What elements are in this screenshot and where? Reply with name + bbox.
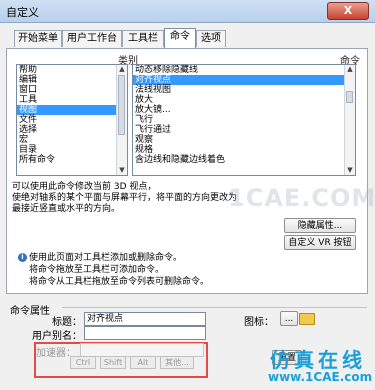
- command-item[interactable]: 含边线和隐藏边线着色: [133, 155, 355, 165]
- other-modifier-button[interactable]: 其他...: [160, 356, 194, 369]
- command-item[interactable]: 对齐视点: [133, 75, 355, 85]
- folder-icon[interactable]: [299, 313, 315, 325]
- command-item[interactable]: 规格: [133, 145, 355, 155]
- category-item[interactable]: 编辑: [17, 75, 127, 85]
- close-button[interactable]: X: [327, 2, 369, 20]
- shift-toggle[interactable]: Shift: [100, 356, 126, 369]
- title-label: 标题：: [52, 317, 82, 328]
- tab-toolbars[interactable]: 工具栏: [122, 30, 164, 47]
- commands-scrollbar[interactable]: ▲ ▼: [344, 65, 355, 175]
- title-field[interactable]: 对齐视点: [84, 312, 206, 326]
- alias-field[interactable]: [84, 326, 206, 340]
- section-divider: [62, 307, 367, 308]
- info-text: i 使用此页面对工具栏添加或删除命令。 将命令拖放至工具栏可添加命令。 将命令从工…: [18, 252, 358, 288]
- command-item[interactable]: 飞行通过: [133, 125, 355, 135]
- ctrl-toggle[interactable]: Ctrl: [70, 356, 96, 369]
- category-item[interactable]: 选择: [17, 125, 127, 135]
- command-item[interactable]: 动态移除隐藏线: [133, 65, 355, 75]
- scroll-up-icon[interactable]: ▲: [345, 65, 355, 74]
- tab-options[interactable]: 选项: [196, 30, 226, 47]
- brand-logo-text: 仿真在线: [270, 348, 366, 372]
- scroll-up-icon[interactable]: ▲: [117, 65, 127, 74]
- scroll-down-icon[interactable]: ▼: [345, 166, 355, 175]
- alias-label: 用户别名：: [32, 331, 82, 342]
- scroll-thumb[interactable]: [118, 75, 125, 135]
- icon-label: 图标：: [244, 317, 274, 328]
- command-item[interactable]: 法线视图: [133, 85, 355, 95]
- category-item[interactable]: 视图: [17, 105, 127, 115]
- category-item[interactable]: 窗口: [17, 85, 127, 95]
- command-item[interactable]: 飞行: [133, 115, 355, 125]
- tab-start-menu[interactable]: 开始菜单: [14, 30, 62, 47]
- commands-list[interactable]: 动态移除隐藏线 对齐视点 法线视图 放大 放大镜... 飞行 飞行通过 观察 规格 含边线和隐藏边…: [132, 64, 356, 176]
- scroll-down-icon[interactable]: ▼: [117, 166, 127, 175]
- brand-url: www.1CAE.com: [268, 370, 373, 384]
- category-item[interactable]: 文件: [17, 115, 127, 125]
- category-item[interactable]: 工具: [17, 95, 127, 105]
- alt-toggle[interactable]: Alt: [130, 356, 156, 369]
- scroll-thumb[interactable]: [346, 91, 353, 103]
- window-title: 自定义: [6, 6, 39, 19]
- title-bar: 自定义 X: [0, 0, 375, 23]
- category-item[interactable]: 帮助: [17, 65, 127, 75]
- command-item[interactable]: 放大: [133, 95, 355, 105]
- command-item[interactable]: 观察: [133, 135, 355, 145]
- category-item[interactable]: 所有命令: [17, 155, 127, 165]
- categories-list[interactable]: 帮助 编辑 窗口 工具 视图 文件 选择宏目录 所有命令 ▲ ▼: [16, 64, 128, 176]
- command-item[interactable]: 放大镜...: [133, 105, 355, 115]
- icon-browse-button[interactable]: ...: [280, 311, 298, 326]
- categories-scrollbar[interactable]: ▲ ▼: [116, 65, 127, 175]
- category-item[interactable]: 目录: [17, 145, 127, 155]
- watermark-text: 1CAE.COM: [228, 184, 375, 212]
- category-item[interactable]: 宏: [17, 135, 127, 145]
- tab-user-workbench[interactable]: 用户工作台: [62, 30, 122, 47]
- custom-vr-button[interactable]: 自定义 VR 按钮: [284, 235, 356, 250]
- accelerator-field[interactable]: [80, 343, 204, 357]
- show-properties-button[interactable]: 隐藏属性...: [284, 218, 356, 233]
- info-icon: i: [18, 253, 27, 262]
- tab-commands[interactable]: 命令: [164, 28, 196, 48]
